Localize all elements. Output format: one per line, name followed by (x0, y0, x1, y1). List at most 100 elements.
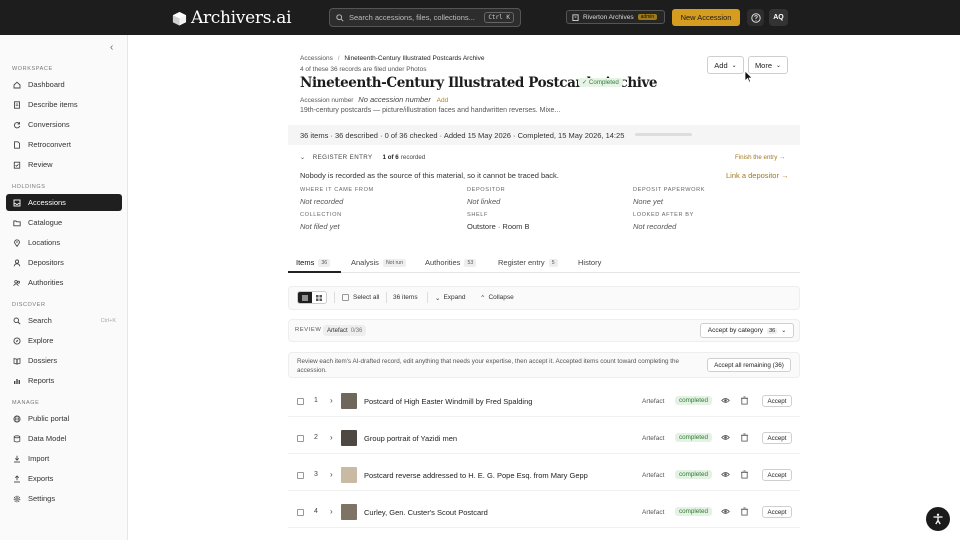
add-menu-button[interactable]: Add ⌄ (707, 56, 744, 74)
sidebar-item-locations[interactable]: Locations (6, 234, 122, 251)
tab-history[interactable]: History (578, 258, 601, 267)
trash-icon[interactable] (740, 507, 749, 516)
breadcrumb-accessions[interactable]: Accessions (300, 55, 333, 62)
sidebar-item-retroconvert[interactable]: Retroconvert (6, 136, 122, 153)
chevron-right-icon[interactable]: › (330, 470, 333, 479)
chevron-right-icon[interactable]: › (330, 433, 333, 442)
item-title[interactable]: Curley, Gen. Custer's Scout Postcard (364, 508, 488, 517)
select-all-checkbox[interactable]: Select all (342, 294, 379, 301)
tab-analysis[interactable]: Analysis Not run (351, 258, 406, 267)
row-checkbox[interactable] (297, 509, 304, 516)
refresh-icon (13, 121, 21, 128)
sidebar-item-dashboard[interactable]: Dashboard (6, 76, 122, 93)
finish-entry-link[interactable]: Finish the entry → (735, 154, 785, 161)
accessibility-button[interactable] (926, 507, 950, 531)
table-row[interactable]: 4 › Curley, Gen. Custer's Scout Postcard… (288, 497, 800, 528)
tab-label: Register entry (498, 258, 545, 267)
new-accession-button[interactable]: New Accession (672, 9, 740, 26)
help-button[interactable] (747, 9, 764, 26)
eye-icon[interactable] (721, 396, 730, 405)
sidebar-item-reports[interactable]: Reports (6, 372, 122, 389)
trash-icon[interactable] (740, 470, 749, 479)
sidebar-item-authorities[interactable]: Authorities (6, 274, 122, 291)
clipboard-check-icon (13, 161, 21, 169)
sidebar-item-dossiers[interactable]: Dossiers (6, 352, 122, 369)
eye-icon[interactable] (721, 507, 730, 516)
item-status-badge: completed (675, 507, 713, 516)
item-thumbnail[interactable] (341, 393, 357, 409)
accept-item-button[interactable]: Accept (762, 395, 792, 407)
workspace-switcher[interactable]: Riverton Archives admin (566, 10, 665, 24)
row-checkbox[interactable] (297, 398, 304, 405)
eye-icon[interactable] (721, 433, 730, 442)
link-depositor-link[interactable]: Link a depositor → (726, 171, 789, 180)
sidebar-item-conversions[interactable]: Conversions (6, 116, 122, 133)
tab-authorities[interactable]: Authorities 53 (425, 258, 477, 267)
archive-box-icon (172, 11, 187, 26)
register-entry-header[interactable]: ⌄ REGISTER ENTRY 1 of 6 recorded (300, 154, 425, 161)
field-value: Not recorded (300, 197, 344, 206)
eye-icon[interactable] (721, 470, 730, 479)
field-label: SHELF (467, 212, 489, 218)
expand-all-button[interactable]: ⌄ Expand (435, 294, 466, 302)
sidebar-item-import[interactable]: Import (6, 450, 122, 467)
accept-by-category-button[interactable]: Accept by category 36 ⌄ (700, 323, 794, 338)
divider (427, 292, 428, 303)
trash-icon[interactable] (740, 433, 749, 442)
item-thumbnail[interactable] (341, 467, 357, 483)
list-view-button[interactable] (298, 292, 312, 303)
brand-logo[interactable]: Archivers.ai (172, 8, 292, 28)
row-checkbox[interactable] (297, 472, 304, 479)
search-shortcut-hint: Ctrl+K (100, 317, 116, 324)
item-title[interactable]: Group portrait of Yazidi men (364, 434, 457, 443)
sidebar-section-holdings: HOLDINGS (12, 184, 46, 190)
user-avatar[interactable]: AQ (769, 9, 788, 26)
row-checkbox[interactable] (297, 435, 304, 442)
table-row[interactable]: 2 › Group portrait of Yazidi men Artefac… (288, 423, 800, 454)
sidebar-item-public-portal[interactable]: Public portal (6, 410, 122, 427)
chevron-right-icon[interactable]: › (330, 396, 333, 405)
sidebar-section-discover: DISCOVER (12, 302, 46, 308)
item-thumbnail[interactable] (341, 504, 357, 520)
global-search[interactable]: Search accessions, files, collections...… (329, 8, 521, 27)
more-menu-button[interactable]: More ⌄ (748, 56, 788, 74)
folder-icon (13, 220, 21, 226)
sidebar-item-label: Explore (28, 336, 54, 345)
accept-item-button[interactable]: Accept (762, 506, 792, 518)
row-number: 3 (314, 471, 318, 478)
sidebar-item-review[interactable]: Review (6, 156, 122, 173)
chevron-right-icon[interactable]: › (330, 507, 333, 516)
sidebar-item-depositors[interactable]: Depositors (6, 254, 122, 271)
field-label: DEPOSIT PAPERWORK (633, 187, 706, 193)
collapse-sidebar-chevron-icon[interactable]: ‹ (110, 42, 113, 53)
sidebar-item-label: Settings (28, 494, 56, 503)
accept-item-button[interactable]: Accept (762, 432, 792, 444)
sidebar-item-describe-items[interactable]: Describe items (6, 96, 122, 113)
item-thumbnail[interactable] (341, 430, 357, 446)
item-title[interactable]: Postcard reverse addressed to H. E. G. P… (364, 471, 588, 480)
category-chip-artefact[interactable]: Artefact 0/36 (323, 325, 367, 336)
item-title[interactable]: Postcard of High Easter Windmill by Fred… (364, 397, 532, 406)
table-row[interactable]: 1 › Postcard of High Easter Windmill by … (288, 386, 800, 417)
sidebar-item-exports[interactable]: Exports (6, 470, 122, 487)
sidebar-item-accessions[interactable]: Accessions (6, 194, 122, 211)
trash-icon[interactable] (740, 396, 749, 405)
sidebar-item-explore[interactable]: Explore (6, 332, 122, 349)
tab-register-entry[interactable]: Register entry 5 (498, 258, 558, 267)
sidebar-section-manage: MANAGE (12, 400, 40, 406)
sidebar-item-settings[interactable]: Settings (6, 490, 122, 507)
building-icon (572, 13, 579, 21)
collapse-all-button[interactable]: ⌃ Collapse (480, 294, 514, 302)
tab-items[interactable]: Items 36 (296, 258, 331, 267)
sidebar-item-search[interactable]: Search Ctrl+K (6, 312, 122, 329)
add-accession-number-link[interactable]: Add (437, 97, 449, 104)
divider (386, 292, 387, 303)
accept-by-category-label: Accept by category (707, 327, 764, 334)
sidebar-item-data-model[interactable]: Data Model (6, 430, 122, 447)
accept-item-button[interactable]: Accept (762, 469, 792, 481)
row-number: 2 (314, 434, 318, 441)
grid-view-button[interactable] (312, 292, 326, 303)
accept-all-remaining-button[interactable]: Accept all remaining (36) (707, 358, 791, 372)
table-row[interactable]: 3 › Postcard reverse addressed to H. E. … (288, 460, 800, 491)
sidebar-item-catalogue[interactable]: Catalogue (6, 214, 122, 231)
